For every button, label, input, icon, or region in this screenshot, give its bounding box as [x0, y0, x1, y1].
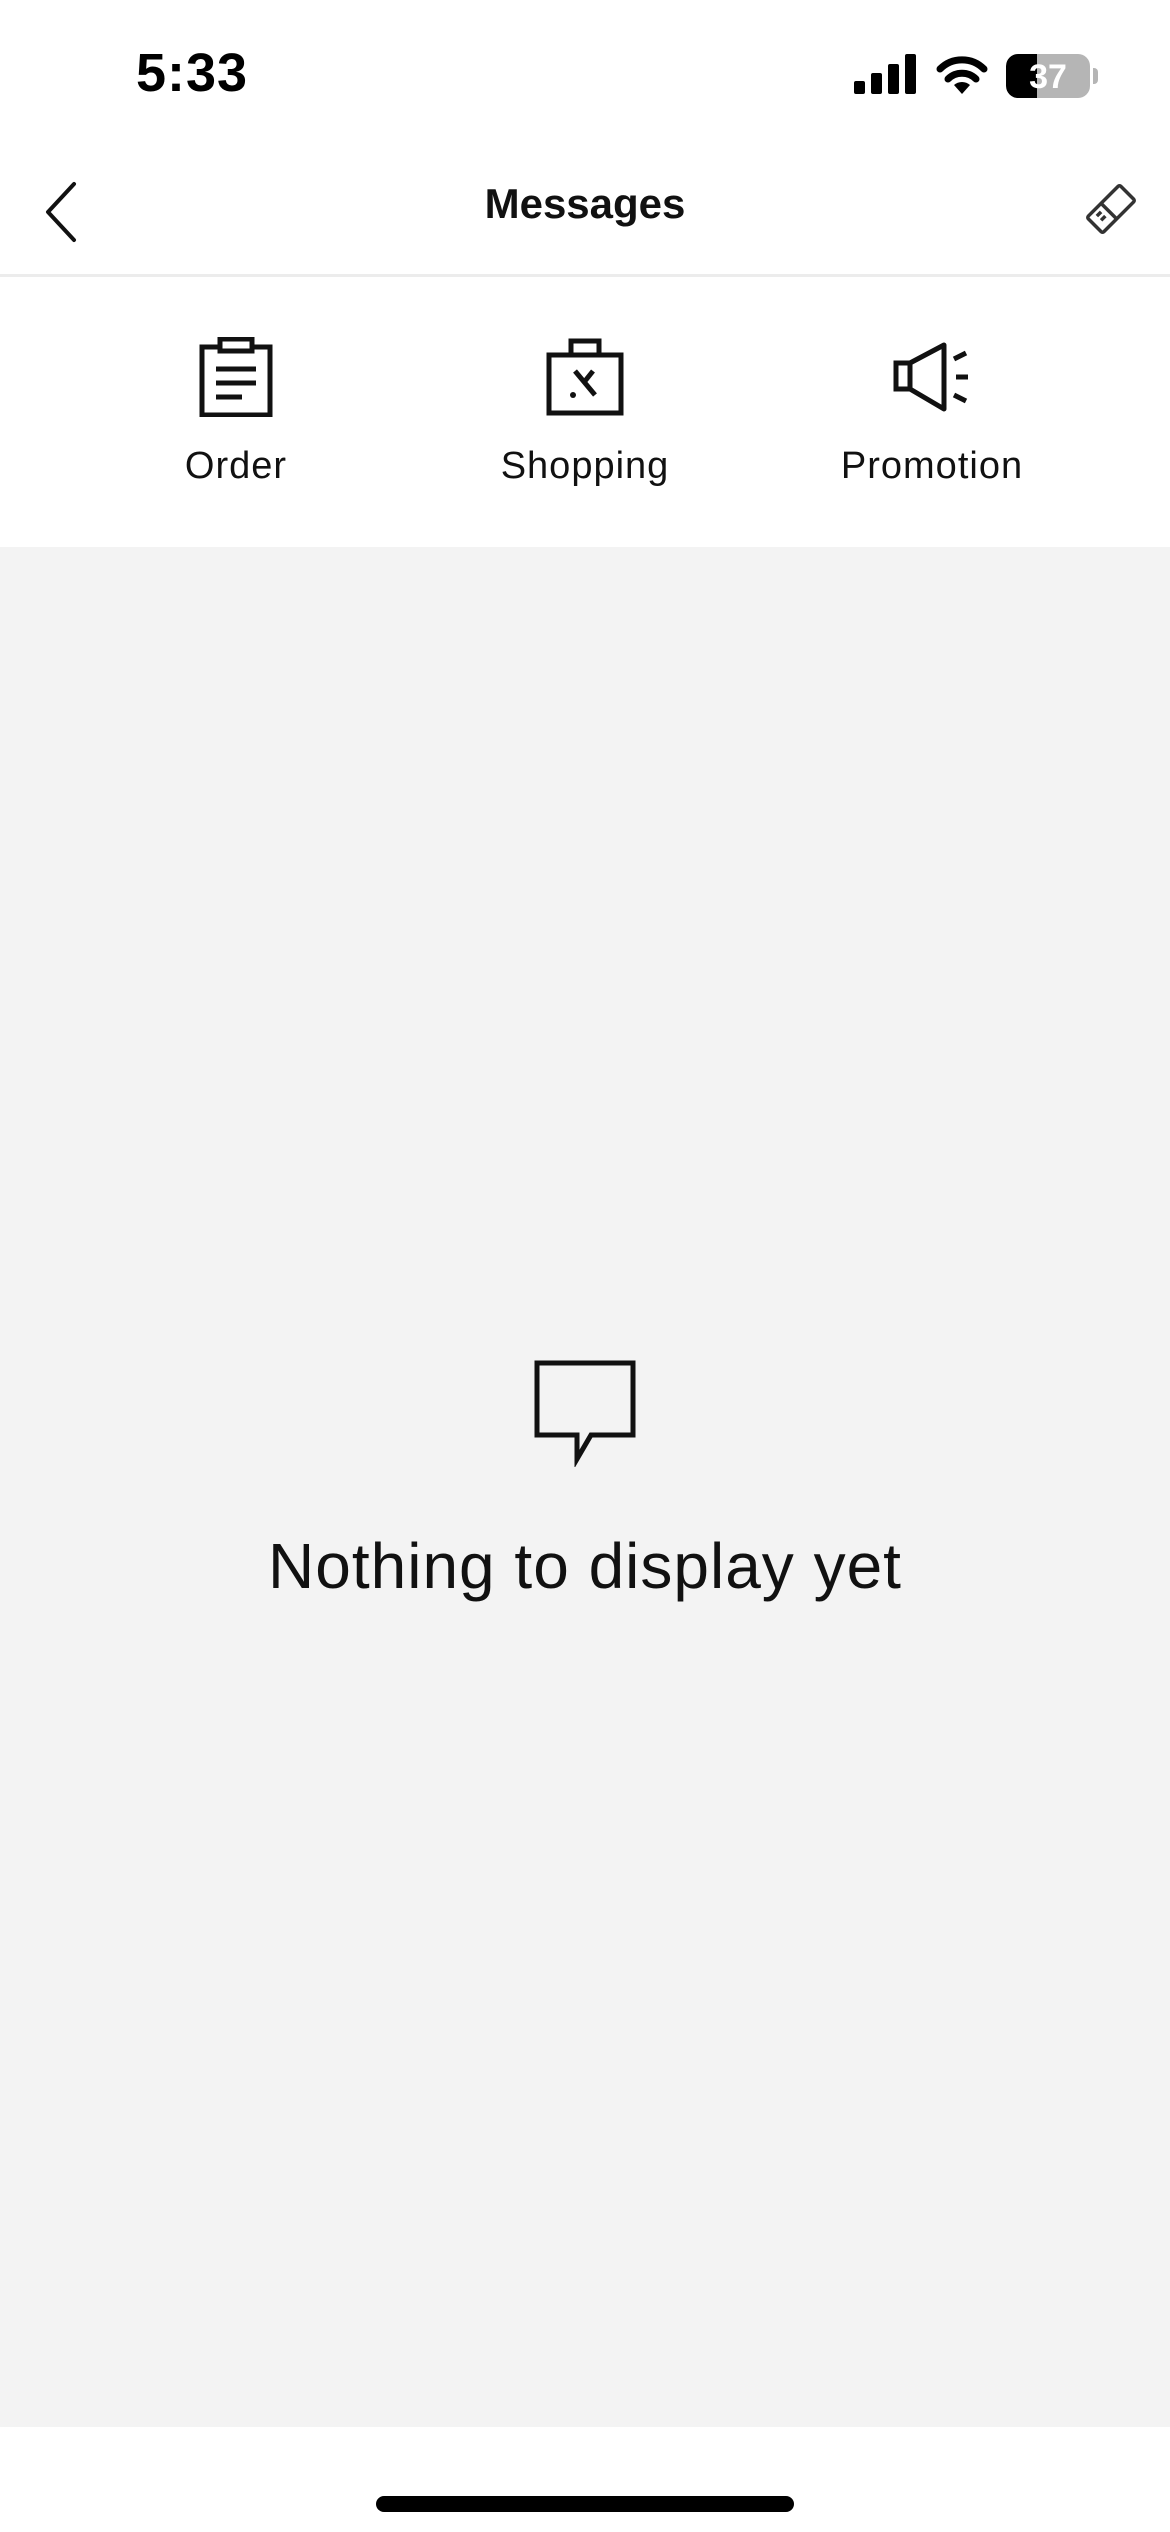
- cellular-signal-icon: [854, 54, 916, 94]
- category-promotion-label: Promotion: [840, 445, 1024, 487]
- home-indicator[interactable]: [376, 2496, 794, 2512]
- category-order-label: Order: [184, 445, 288, 487]
- category-shopping-label: Shopping: [500, 445, 670, 487]
- shopping-bag-icon: [546, 338, 624, 416]
- megaphone-icon: [893, 342, 968, 412]
- empty-state-message: Nothing to display yet: [268, 1530, 902, 1602]
- messages-list: Nothing to display yet: [0, 547, 1170, 2427]
- battery-level: 37: [1029, 58, 1067, 96]
- wifi-icon: [936, 56, 988, 94]
- category-order[interactable]: Order: [86, 277, 386, 547]
- clear-messages-button[interactable]: [1078, 176, 1144, 242]
- page-title: Messages: [484, 180, 686, 227]
- status-bar: 5:33 37: [0, 0, 1170, 150]
- category-shopping[interactable]: Shopping: [435, 277, 735, 547]
- speech-bubble-icon: [534, 1360, 636, 1467]
- eraser-icon: [1086, 184, 1136, 234]
- status-time: 5:33: [136, 43, 249, 103]
- home-indicator-area: [0, 2427, 1170, 2532]
- battery-indicator: 37: [1006, 54, 1090, 98]
- message-categories: Order Shopping Promotion: [0, 277, 1170, 547]
- nav-bar: Messages: [0, 150, 1170, 277]
- category-promotion[interactable]: Promotion: [782, 277, 1082, 547]
- battery-cap: [1093, 68, 1098, 84]
- clipboard-icon: [199, 337, 273, 417]
